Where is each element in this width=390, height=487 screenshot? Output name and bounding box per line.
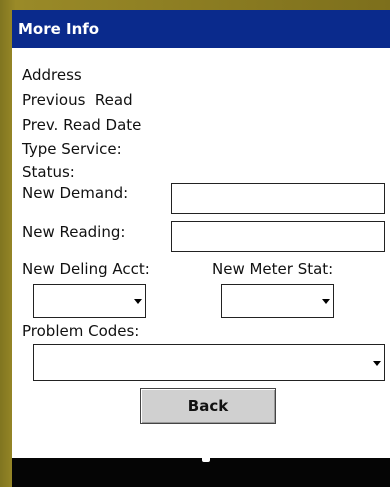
new-demand-label: New Demand: <box>22 184 129 202</box>
chevron-down-icon <box>322 299 330 304</box>
more-info-dialog: More Info Address Previous Read Prev. Re… <box>12 10 390 487</box>
new-reading-input[interactable] <box>171 221 385 252</box>
new-deling-acct-select[interactable] <box>33 284 146 318</box>
back-button[interactable]: Back <box>140 388 276 424</box>
dialog-title: More Info <box>18 20 100 38</box>
new-meter-stat-select[interactable] <box>221 284 334 318</box>
window-frame: More Info Address Previous Read Prev. Re… <box>0 0 390 487</box>
address-label: Address <box>22 66 82 84</box>
previous-read-label: Previous Read <box>22 91 133 109</box>
resize-handle-icon[interactable] <box>202 455 210 462</box>
new-demand-input[interactable] <box>171 183 385 214</box>
chevron-down-icon <box>134 299 142 304</box>
status-label: Status: <box>22 163 75 181</box>
problem-codes-select[interactable] <box>33 344 385 381</box>
problem-codes-label: Problem Codes: <box>22 322 140 340</box>
title-bar: More Info <box>12 10 390 48</box>
new-deling-acct-label: New Deling Acct: <box>22 260 150 278</box>
new-meter-stat-label: New Meter Stat: <box>212 260 334 278</box>
type-service-label: Type Service: <box>22 140 122 158</box>
bottom-bar <box>12 455 390 487</box>
new-reading-label: New Reading: <box>22 223 126 241</box>
prev-read-date-label: Prev. Read Date <box>22 116 142 134</box>
chevron-down-icon <box>373 360 381 366</box>
back-button-label: Back <box>187 397 229 415</box>
